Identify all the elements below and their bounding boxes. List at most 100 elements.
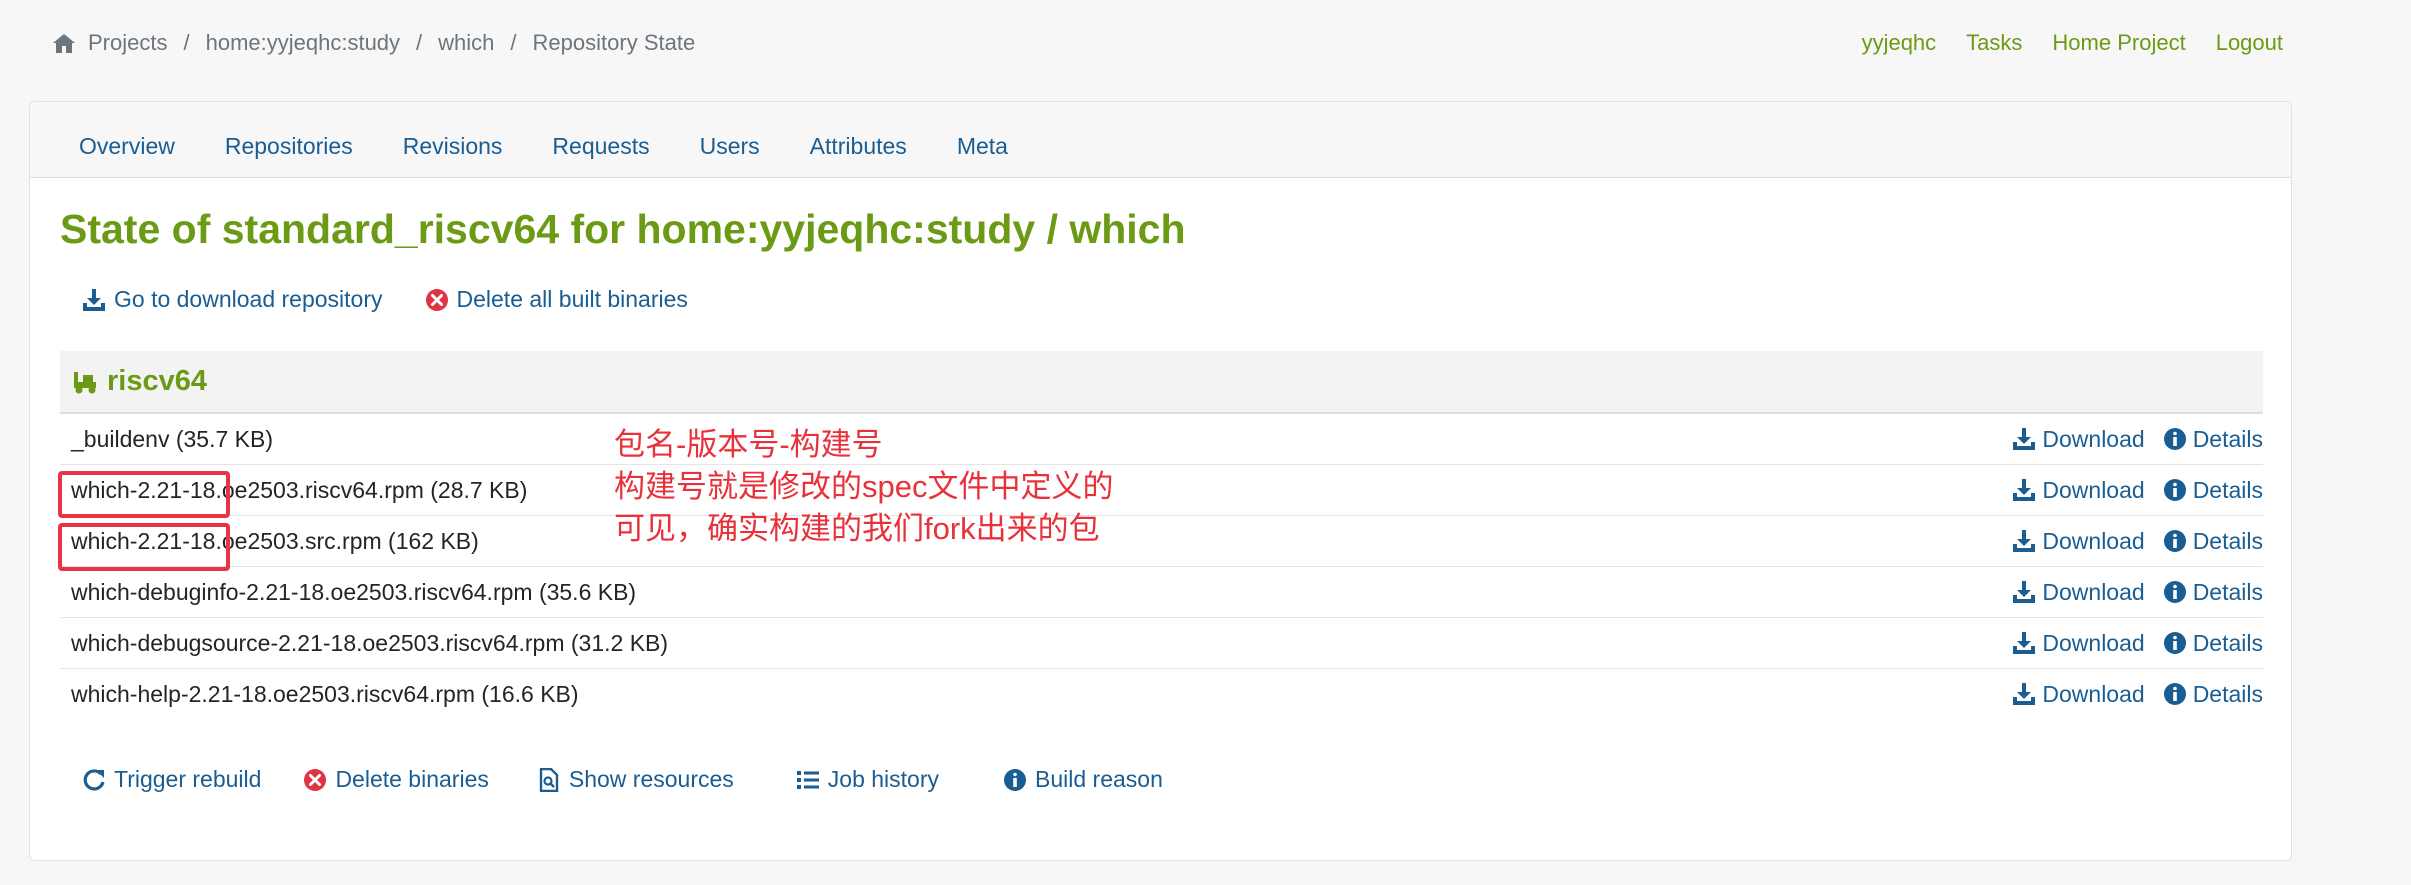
info-icon bbox=[2163, 581, 2186, 603]
show-resources-link[interactable]: Show resources bbox=[537, 766, 734, 793]
job-history-link[interactable]: Job history bbox=[796, 766, 939, 793]
user-nav: yyjeqhc Tasks Home Project Logout bbox=[1862, 30, 2283, 56]
delete-all-binaries-label: Delete all built binaries bbox=[456, 286, 688, 312]
logout-link[interactable]: Logout bbox=[2216, 30, 2283, 56]
breadcrumb-current: Repository State bbox=[532, 30, 696, 55]
remove-circle-icon bbox=[425, 288, 448, 311]
download-file-link[interactable]: Download bbox=[2012, 578, 2145, 606]
tasks-link[interactable]: Tasks bbox=[1966, 30, 2022, 56]
tab-meta[interactable]: Meta bbox=[957, 133, 1008, 160]
details-label: Details bbox=[2192, 425, 2263, 452]
show-resources-label: Show resources bbox=[568, 766, 734, 792]
info-icon bbox=[2163, 632, 2186, 654]
breadcrumb: Projects / home:yyjeqhc:study / which / … bbox=[52, 30, 695, 56]
file-row: which-2.21-18.oe2503.src.rpm (162 KB) Do… bbox=[60, 516, 2263, 567]
tab-users[interactable]: Users bbox=[700, 133, 760, 160]
info-icon bbox=[2163, 683, 2186, 705]
info-icon bbox=[2163, 479, 2186, 501]
download-label: Download bbox=[2042, 425, 2145, 452]
details-label: Details bbox=[2192, 527, 2263, 554]
file-row: which-help-2.21-18.oe2503.riscv64.rpm (1… bbox=[60, 669, 2263, 719]
repository-header: riscv64 bbox=[60, 351, 2263, 414]
download-icon bbox=[2013, 530, 2036, 552]
main-card: Overview Repositories Revisions Requests… bbox=[29, 101, 2292, 861]
annotation-line: 包名-版本号-构建号 bbox=[614, 427, 883, 462]
tab-revisions[interactable]: Revisions bbox=[403, 133, 503, 160]
home-icon[interactable] bbox=[52, 32, 76, 54]
trigger-rebuild-label: Trigger rebuild bbox=[114, 766, 262, 792]
file-search-icon bbox=[539, 767, 559, 792]
download-file-link[interactable]: Download bbox=[2012, 425, 2145, 453]
home-project-link[interactable]: Home Project bbox=[2052, 30, 2185, 56]
list-icon bbox=[796, 770, 819, 789]
file-row: which-debugsource-2.21-18.oe2503.riscv64… bbox=[60, 618, 2263, 669]
download-label: Download bbox=[2042, 476, 2145, 503]
annotation-highlight-box bbox=[58, 523, 230, 571]
tab-attributes[interactable]: Attributes bbox=[810, 133, 907, 160]
top-actions: Go to download repository Delete all bui… bbox=[82, 286, 688, 313]
card-header: Overview Repositories Revisions Requests… bbox=[30, 102, 2291, 178]
remove-circle-icon bbox=[304, 768, 327, 791]
download-label: Download bbox=[2042, 578, 2145, 605]
download-file-link[interactable]: Download bbox=[2012, 527, 2145, 555]
build-reason-label: Build reason bbox=[1035, 766, 1163, 792]
file-name: _buildenv (35.7 KB) bbox=[71, 425, 274, 452]
file-details-link[interactable]: Details bbox=[2163, 579, 2263, 606]
download-icon bbox=[2013, 479, 2036, 501]
details-label: Details bbox=[2192, 680, 2263, 707]
download-icon bbox=[2013, 581, 2036, 603]
page-title: State of standard_riscv64 for home:yyjeq… bbox=[60, 206, 1186, 252]
tab-requests[interactable]: Requests bbox=[552, 133, 649, 160]
download-icon bbox=[2013, 683, 2036, 705]
download-icon bbox=[2013, 632, 2036, 654]
download-label: Download bbox=[2042, 680, 2145, 707]
download-file-link[interactable]: Download bbox=[2012, 476, 2145, 504]
repository-name: riscv64 bbox=[107, 365, 207, 397]
top-bar: Projects / home:yyjeqhc:study / which / … bbox=[0, 0, 2411, 88]
breadcrumb-separator: / bbox=[510, 30, 517, 55]
annotation-line: 构建号就是修改的spec文件中定义的 bbox=[614, 469, 1114, 504]
file-row: _buildenv (35.7 KB) Download Details bbox=[60, 414, 2263, 465]
details-label: Details bbox=[2192, 476, 2263, 503]
tab-overview[interactable]: Overview bbox=[79, 133, 175, 160]
info-icon bbox=[1004, 768, 1026, 791]
delete-binaries-label: Delete binaries bbox=[335, 766, 489, 792]
breadcrumb-package[interactable]: which bbox=[438, 30, 494, 56]
package-tabs: Overview Repositories Revisions Requests… bbox=[79, 133, 1008, 160]
download-label: Download bbox=[2042, 629, 2145, 656]
file-details-link[interactable]: Details bbox=[2163, 528, 2263, 555]
tab-repositories[interactable]: Repositories bbox=[225, 133, 353, 160]
breadcrumb-projects[interactable]: Projects bbox=[88, 30, 167, 56]
file-details-link[interactable]: Details bbox=[2163, 426, 2263, 453]
bottom-actions: Trigger rebuild Delete binaries Show res… bbox=[82, 766, 1205, 793]
info-icon bbox=[2163, 530, 2186, 552]
build-reason-link[interactable]: Build reason bbox=[1003, 766, 1163, 793]
file-details-link[interactable]: Details bbox=[2163, 681, 2263, 708]
delete-binaries-link[interactable]: Delete binaries bbox=[303, 766, 489, 793]
file-details-link[interactable]: Details bbox=[2163, 477, 2263, 504]
delete-all-binaries-link[interactable]: Delete all built binaries bbox=[425, 286, 688, 313]
download-file-link[interactable]: Download bbox=[2012, 680, 2145, 708]
user-link[interactable]: yyjeqhc bbox=[1862, 30, 1937, 56]
download-icon bbox=[83, 288, 105, 311]
download-icon bbox=[2013, 428, 2036, 450]
file-name: which-help-2.21-18.oe2503.riscv64.rpm (1… bbox=[71, 680, 579, 707]
breadcrumb-separator: / bbox=[416, 30, 423, 55]
file-details-link[interactable]: Details bbox=[2163, 630, 2263, 657]
breadcrumb-project[interactable]: home:yyjeqhc:study bbox=[206, 30, 400, 56]
file-row: which-2.21-18.oe2503.riscv64.rpm (28.7 K… bbox=[60, 465, 2263, 516]
job-history-label: Job history bbox=[827, 766, 939, 792]
file-name: which-debugsource-2.21-18.oe2503.riscv64… bbox=[71, 629, 669, 656]
file-row: which-debuginfo-2.21-18.oe2503.riscv64.r… bbox=[60, 567, 2263, 618]
breadcrumb-separator: / bbox=[183, 30, 190, 55]
file-name: which-debuginfo-2.21-18.oe2503.riscv64.r… bbox=[71, 578, 637, 605]
download-file-link[interactable]: Download bbox=[2012, 629, 2145, 657]
details-label: Details bbox=[2192, 629, 2263, 656]
info-icon bbox=[2163, 428, 2186, 450]
binary-file-list: _buildenv (35.7 KB) Download Details whi… bbox=[60, 414, 2263, 719]
tractor-icon bbox=[74, 371, 96, 393]
download-label: Download bbox=[2042, 527, 2145, 554]
trigger-rebuild-link[interactable]: Trigger rebuild bbox=[82, 766, 261, 793]
annotation-highlight-box bbox=[58, 471, 230, 518]
download-repository-link[interactable]: Go to download repository bbox=[82, 286, 383, 313]
